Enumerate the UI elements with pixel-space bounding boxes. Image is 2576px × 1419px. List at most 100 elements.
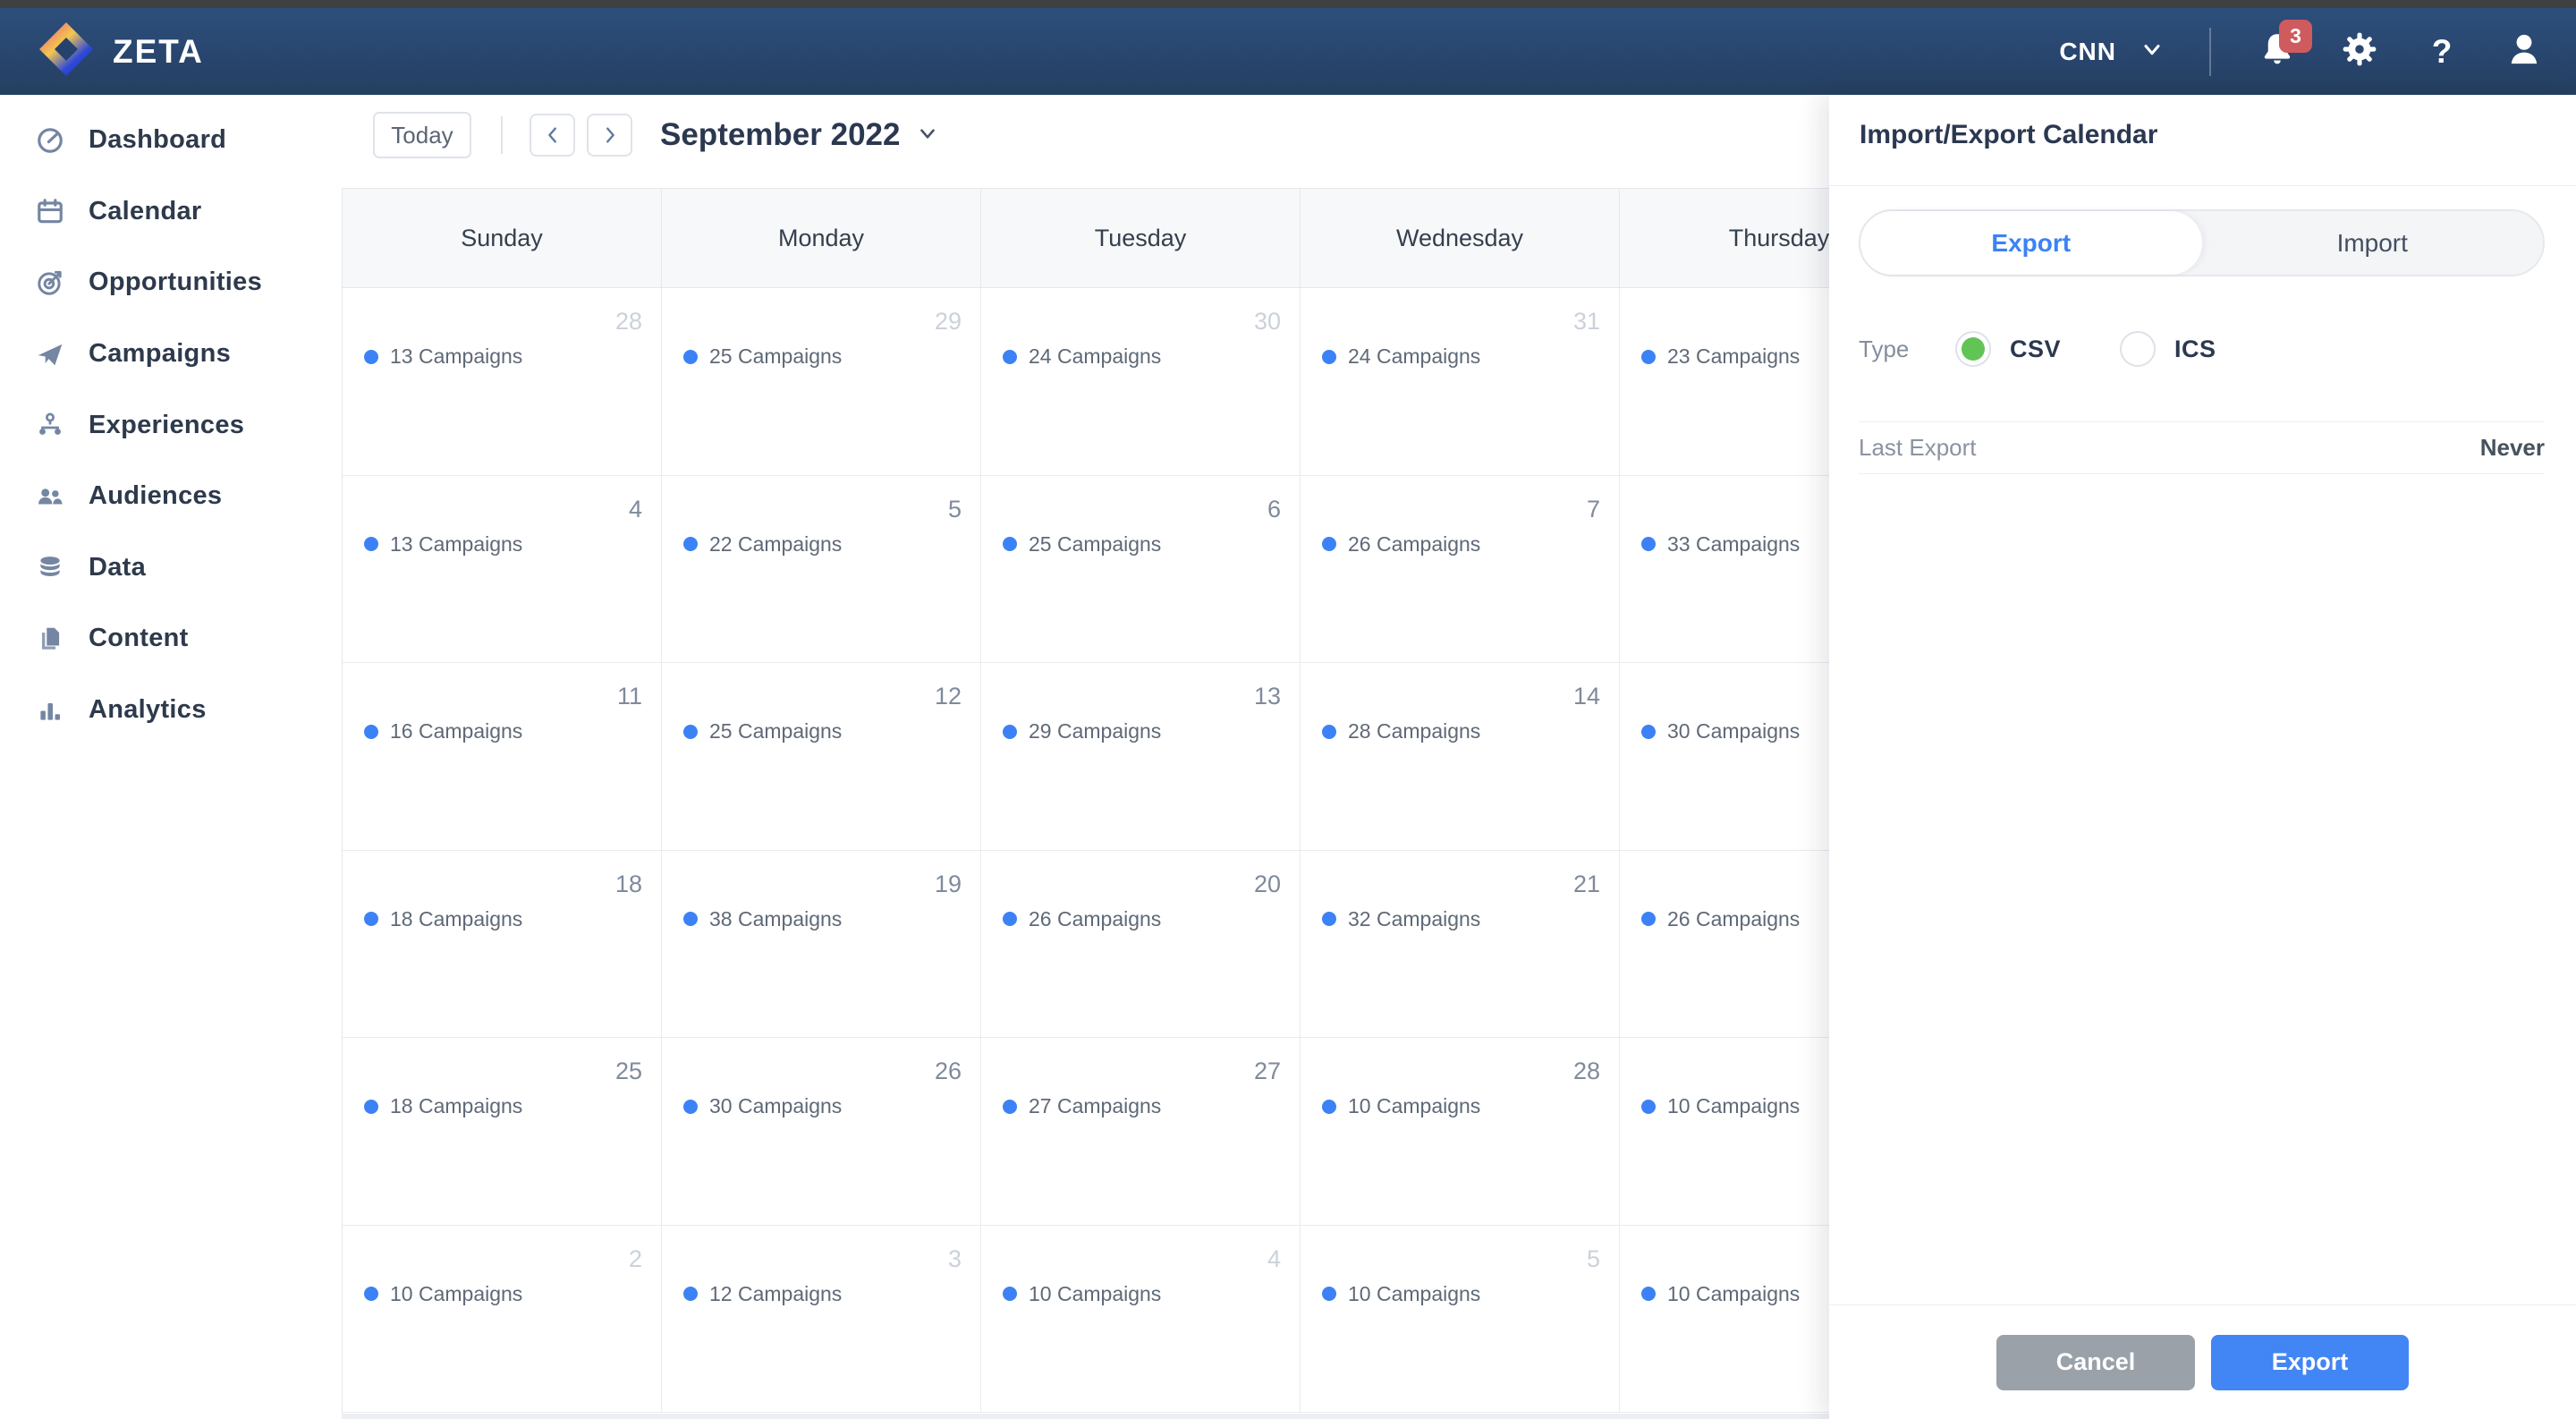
calendar-day-cell[interactable]: 25 18 Campaigns bbox=[343, 1038, 662, 1226]
campaign-event[interactable]: 30 Campaigns bbox=[683, 1094, 842, 1118]
sidebar-item-audiences[interactable]: Audiences bbox=[0, 461, 342, 532]
brand[interactable]: ZETA bbox=[38, 21, 204, 82]
calendar-day-cell[interactable]: 4 10 Campaigns bbox=[981, 1225, 1301, 1413]
sidebar-item-calendar[interactable]: Calendar bbox=[0, 176, 342, 248]
campaign-event[interactable]: 30 Campaigns bbox=[1641, 719, 1800, 743]
calendar-day-cell[interactable]: 13 29 Campaigns bbox=[981, 663, 1301, 851]
campaign-event[interactable]: 22 Campaigns bbox=[683, 532, 842, 557]
campaign-event[interactable]: 25 Campaigns bbox=[683, 719, 842, 743]
campaign-event[interactable]: 10 Campaigns bbox=[1641, 1282, 1800, 1306]
calendar-day-cell[interactable]: 4 13 Campaigns bbox=[343, 475, 662, 663]
calendar-grid: Sunday Monday Tuesday Wednesday Thursday 28 1… bbox=[342, 188, 1939, 1419]
calendar-day-cell[interactable]: 11 16 Campaigns bbox=[343, 663, 662, 851]
event-label: 30 Campaigns bbox=[1667, 719, 1801, 743]
calendar-day-cell[interactable]: 5 10 Campaigns bbox=[1301, 1225, 1620, 1413]
sidebar-item-label: Campaigns bbox=[89, 339, 232, 369]
event-label: 10 Campaigns bbox=[1348, 1094, 1481, 1117]
calendar-day-cell[interactable]: 7 26 Campaigns bbox=[1301, 475, 1620, 663]
next-month-button[interactable] bbox=[587, 114, 632, 157]
sidebar-item-content[interactable]: Content bbox=[0, 603, 342, 675]
campaign-event[interactable]: 29 Campaigns bbox=[1003, 719, 1161, 743]
campaign-event[interactable]: 33 Campaigns bbox=[1641, 532, 1800, 557]
campaign-event[interactable]: 10 Campaigns bbox=[364, 1282, 522, 1306]
day-number: 28 bbox=[614, 308, 642, 335]
calendar-day-cell[interactable]: 3 12 Campaigns bbox=[662, 1225, 981, 1413]
calendar-day-cell[interactable]: 28 10 Campaigns bbox=[1301, 1038, 1620, 1226]
sidebar-item-experiences[interactable]: Experiences bbox=[0, 389, 342, 461]
window-chrome-strip bbox=[0, 0, 2576, 8]
campaign-event[interactable]: 27 Campaigns bbox=[1003, 1094, 1161, 1118]
today-button[interactable]: Today bbox=[373, 112, 471, 158]
event-dot-icon bbox=[1641, 1099, 1656, 1114]
calendar-day-cell[interactable]: 28 13 Campaigns bbox=[343, 288, 662, 476]
event-label: 28 Campaigns bbox=[1348, 719, 1481, 743]
event-dot-icon bbox=[683, 724, 698, 739]
prev-month-button[interactable] bbox=[530, 114, 575, 157]
calendar-day-cell[interactable]: 6 25 Campaigns bbox=[981, 475, 1301, 663]
campaign-event[interactable]: 12 Campaigns bbox=[683, 1282, 842, 1306]
calendar-day-cell[interactable]: 2 10 Campaigns bbox=[343, 1225, 662, 1413]
calendar-day-cell[interactable]: 30 24 Campaigns bbox=[981, 288, 1301, 476]
calendar-day-cell[interactable]: 21 32 Campaigns bbox=[1301, 850, 1620, 1038]
month-selector[interactable]: September 2022 bbox=[660, 106, 939, 165]
cancel-button[interactable]: Cancel bbox=[1996, 1334, 2195, 1390]
calendar-day-cell[interactable]: 14 28 Campaigns bbox=[1301, 663, 1620, 851]
campaign-event[interactable]: 16 Campaigns bbox=[364, 719, 522, 743]
campaign-event[interactable]: 26 Campaigns bbox=[1641, 907, 1800, 931]
sidebar-item-label: Content bbox=[89, 624, 189, 653]
export-button[interactable]: Export bbox=[2211, 1334, 2409, 1390]
campaign-event[interactable]: 18 Campaigns bbox=[364, 907, 522, 931]
ics-radio[interactable] bbox=[2120, 331, 2157, 367]
calendar-day-cell[interactable]: 18 18 Campaigns bbox=[343, 850, 662, 1038]
sidebar-item-data[interactable]: Data bbox=[0, 532, 342, 604]
chevron-down-icon bbox=[2140, 37, 2165, 66]
campaign-event[interactable]: 25 Campaigns bbox=[1003, 532, 1161, 557]
calendar-week-row: 28 13 Campaigns 29 25 Campaigns 30 24 Campaig… bbox=[343, 288, 1939, 476]
sidebar-item-opportunities[interactable]: Opportunities bbox=[0, 247, 342, 319]
type-option-csv[interactable]: CSV bbox=[1955, 331, 2061, 367]
brand-name: ZETA bbox=[113, 32, 204, 70]
calendar-day-cell[interactable]: 5 22 Campaigns bbox=[662, 475, 981, 663]
tab-export[interactable]: Export bbox=[1860, 211, 2202, 275]
calendar-day-cell[interactable]: 31 24 Campaigns bbox=[1301, 288, 1620, 476]
campaign-event[interactable]: 10 Campaigns bbox=[1322, 1094, 1480, 1118]
campaign-event[interactable]: 13 Campaigns bbox=[364, 344, 522, 369]
help-button[interactable]: ? bbox=[2420, 30, 2463, 73]
user-menu-button[interactable] bbox=[2503, 30, 2546, 73]
event-label: 10 Campaigns bbox=[1667, 1094, 1801, 1117]
campaign-event[interactable]: 10 Campaigns bbox=[1003, 1282, 1161, 1306]
calendar-day-cell[interactable]: 27 27 Campaigns bbox=[981, 1038, 1301, 1226]
notifications-button[interactable]: 3 bbox=[2256, 19, 2312, 73]
settings-button[interactable] bbox=[2338, 30, 2381, 73]
campaign-event[interactable]: 38 Campaigns bbox=[683, 907, 842, 931]
calendar-day-cell[interactable]: 26 30 Campaigns bbox=[662, 1038, 981, 1226]
campaign-event[interactable]: 18 Campaigns bbox=[364, 1094, 522, 1118]
tab-import[interactable]: Import bbox=[2202, 211, 2544, 275]
sidebar-item-dashboard[interactable]: Dashboard bbox=[0, 105, 342, 176]
event-dot-icon bbox=[1641, 537, 1656, 551]
campaign-event[interactable]: 26 Campaigns bbox=[1003, 907, 1161, 931]
campaign-event[interactable]: 13 Campaigns bbox=[364, 532, 522, 557]
calendar-day-cell[interactable]: 19 38 Campaigns bbox=[662, 850, 981, 1038]
type-option-ics[interactable]: ICS bbox=[2120, 331, 2216, 367]
campaign-event[interactable]: 25 Campaigns bbox=[683, 344, 842, 369]
campaign-event[interactable]: 24 Campaigns bbox=[1003, 344, 1161, 369]
sidebar-item-analytics[interactable]: Analytics bbox=[0, 675, 342, 746]
campaign-event[interactable]: 10 Campaigns bbox=[1641, 1094, 1800, 1118]
campaign-event[interactable]: 32 Campaigns bbox=[1322, 907, 1480, 931]
event-label: 16 Campaigns bbox=[390, 719, 523, 743]
campaign-event[interactable]: 26 Campaigns bbox=[1322, 532, 1480, 557]
account-switcher[interactable]: CNN bbox=[2059, 37, 2165, 66]
sidebar-item-campaigns[interactable]: Campaigns bbox=[0, 319, 342, 390]
calendar-day-cell[interactable]: 29 25 Campaigns bbox=[662, 288, 981, 476]
calendar-week-row: 18 18 Campaigns 19 38 Campaigns 20 26 Campaig… bbox=[343, 850, 1939, 1038]
calendar-day-cell[interactable]: 12 25 Campaigns bbox=[662, 663, 981, 851]
csv-radio[interactable] bbox=[1955, 331, 1991, 367]
calendar-day-cell[interactable]: 20 26 Campaigns bbox=[981, 850, 1301, 1038]
campaign-event[interactable]: 24 Campaigns bbox=[1322, 344, 1480, 369]
sidebar-item-label: Audiences bbox=[89, 481, 223, 511]
campaign-event[interactable]: 28 Campaigns bbox=[1322, 719, 1480, 743]
campaign-event[interactable]: 10 Campaigns bbox=[1322, 1282, 1480, 1306]
event-dot-icon bbox=[364, 724, 378, 739]
campaign-event[interactable]: 23 Campaigns bbox=[1641, 344, 1800, 369]
